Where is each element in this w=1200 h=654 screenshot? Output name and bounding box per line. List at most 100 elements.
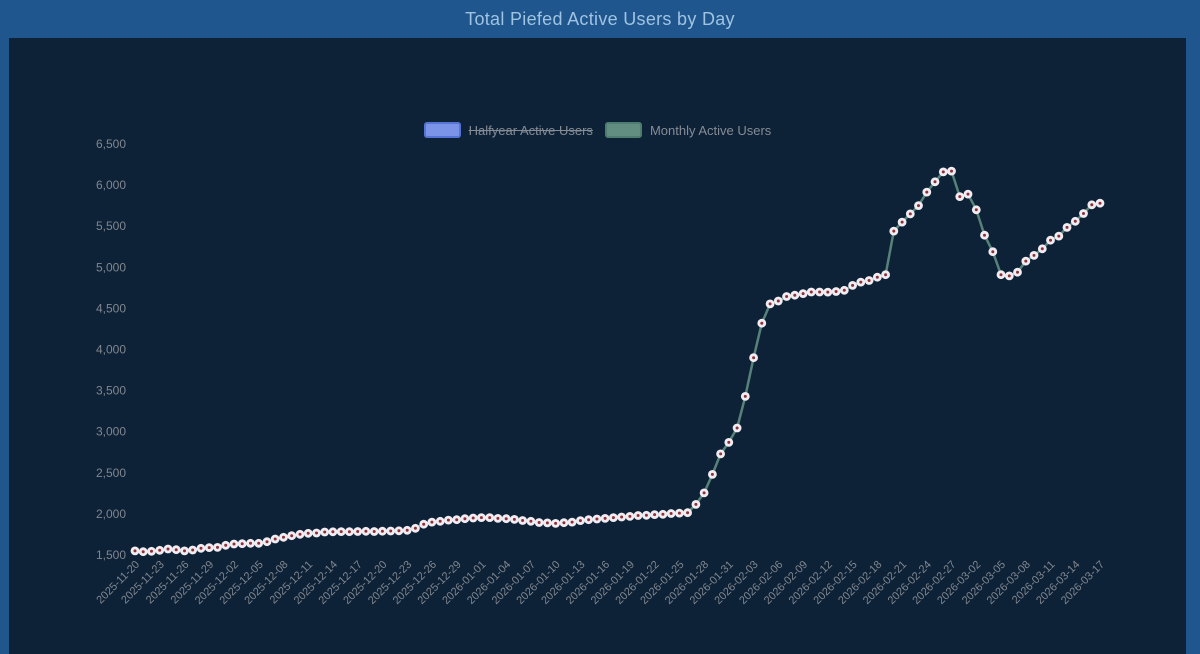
data-point-center <box>1008 274 1011 277</box>
data-point-center <box>208 546 211 549</box>
data-point-center <box>134 549 137 552</box>
data-point-center <box>323 531 326 534</box>
y-tick-label: 6,000 <box>96 178 126 192</box>
data-point-center <box>991 250 994 253</box>
data-point-center <box>439 520 442 523</box>
data-point-center <box>851 284 854 287</box>
data-point-center <box>1000 273 1003 276</box>
legend-item-monthly[interactable]: Monthly Active Users <box>605 122 771 138</box>
data-point-center <box>472 517 475 520</box>
data-point-center <box>909 212 912 215</box>
data-point-center <box>587 518 590 521</box>
data-point-center <box>364 530 367 533</box>
data-point-center <box>307 532 310 535</box>
y-tick-label: 1,500 <box>96 548 126 562</box>
chart-line[interactable] <box>135 171 1100 552</box>
data-point-center <box>785 295 788 298</box>
data-point-center <box>282 536 285 539</box>
data-point-center <box>200 547 203 550</box>
y-tick-label: 6,500 <box>96 137 126 151</box>
data-point-center <box>818 291 821 294</box>
data-point-center <box>538 521 541 524</box>
data-point-center <box>1066 226 1069 229</box>
chart-title: Total Piefed Active Users by Day <box>465 9 735 30</box>
data-point-center <box>496 517 499 520</box>
data-point-center <box>356 530 359 533</box>
data-point-center <box>406 529 409 532</box>
data-point-center <box>884 273 887 276</box>
data-point-center <box>1074 220 1077 223</box>
data-point-center <box>826 291 829 294</box>
data-point-center <box>167 548 170 551</box>
data-point-center <box>447 519 450 522</box>
data-point-center <box>670 512 673 515</box>
data-point-center <box>835 290 838 293</box>
data-point-center <box>645 514 648 517</box>
data-point-center <box>950 170 953 173</box>
data-point-center <box>158 549 161 552</box>
data-point-center <box>455 518 458 521</box>
data-point-center <box>793 294 796 297</box>
data-point-center <box>744 395 747 398</box>
data-point-center <box>1099 202 1102 205</box>
data-point-center <box>529 520 532 523</box>
data-point-center <box>554 522 557 525</box>
data-point-center <box>678 512 681 515</box>
data-point-center <box>975 208 978 211</box>
halfyear-legend-label: Halfyear Active Users <box>469 123 593 138</box>
chart-legend: Halfyear Active Users Monthly Active Use… <box>9 122 1186 138</box>
y-tick-label: 2,500 <box>96 466 126 480</box>
data-point-center <box>340 530 343 533</box>
data-point-center <box>868 279 871 282</box>
data-point-center <box>595 518 598 521</box>
data-point-center <box>191 549 194 552</box>
data-point-center <box>628 515 631 518</box>
y-tick-label: 2,000 <box>96 507 126 521</box>
data-point-center <box>917 204 920 207</box>
data-point-center <box>1041 247 1044 250</box>
data-point-center <box>983 234 986 237</box>
data-point-center <box>348 530 351 533</box>
data-point-center <box>777 300 780 303</box>
data-point-center <box>397 529 400 532</box>
data-point-center <box>711 473 714 476</box>
data-point-center <box>274 538 277 541</box>
data-point-center <box>546 521 549 524</box>
data-point-center <box>389 530 392 533</box>
data-point-center <box>579 519 582 522</box>
data-point-center <box>183 549 186 552</box>
data-point-center <box>1082 212 1085 215</box>
data-point-center <box>843 289 846 292</box>
data-point-center <box>653 513 656 516</box>
data-point-center <box>703 491 706 494</box>
y-tick-label: 5,500 <box>96 219 126 233</box>
data-point-center <box>1024 260 1027 263</box>
data-point-center <box>315 532 318 535</box>
data-point-center <box>876 276 879 279</box>
halfyear-legend-swatch <box>424 122 461 138</box>
data-point-center <box>620 516 623 519</box>
data-point-center <box>463 517 466 520</box>
y-tick-label: 4,000 <box>96 343 126 357</box>
data-point-center <box>769 302 772 305</box>
data-point-center <box>760 322 763 325</box>
data-point-center <box>934 180 937 183</box>
data-point-center <box>1033 254 1036 257</box>
data-point-center <box>521 519 524 522</box>
legend-item-halfyear[interactable]: Halfyear Active Users <box>424 122 593 138</box>
data-point-center <box>1016 271 1019 274</box>
y-tick-label: 3,000 <box>96 425 126 439</box>
data-point-center <box>958 195 961 198</box>
data-point-center <box>612 516 615 519</box>
monthly-legend-swatch <box>605 122 642 138</box>
data-point-center <box>752 356 755 359</box>
data-point-center <box>571 521 574 524</box>
data-point-center <box>604 517 607 520</box>
data-point-center <box>331 530 334 533</box>
data-point-center <box>694 503 697 506</box>
data-point-center <box>505 517 508 520</box>
data-point-center <box>562 521 565 524</box>
data-point-center <box>175 548 178 551</box>
data-point-center <box>249 542 252 545</box>
data-point-center <box>736 427 739 430</box>
